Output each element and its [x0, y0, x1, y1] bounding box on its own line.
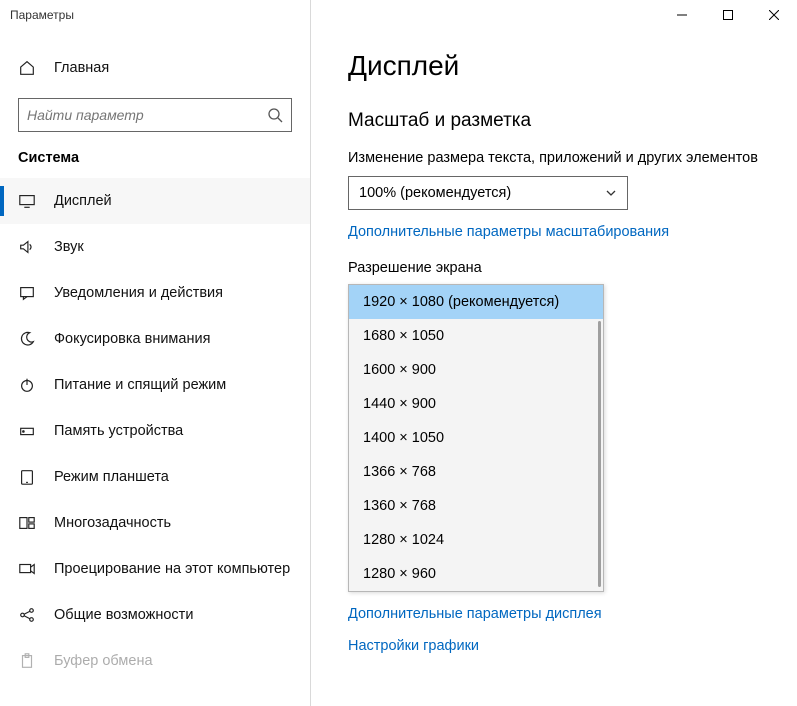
- sidebar-item-label: Уведомления и действия: [54, 285, 223, 301]
- speaker-icon: [18, 238, 36, 256]
- sidebar-item-tablet[interactable]: Режим планшета: [0, 454, 310, 500]
- resolution-option[interactable]: 1600 × 900: [349, 353, 603, 387]
- share-icon: [18, 606, 36, 624]
- resolution-option[interactable]: 1280 × 960: [349, 557, 603, 591]
- close-button[interactable]: [751, 0, 797, 30]
- search-icon: [267, 107, 283, 123]
- sidebar-item-label: Память устройства: [54, 423, 183, 439]
- sidebar: Главная Система Дисплей Звук Уведомления…: [0, 30, 310, 706]
- tablet-icon: [18, 468, 36, 486]
- sidebar-item-label: Питание и спящий режим: [54, 377, 226, 393]
- drive-icon: [18, 422, 36, 440]
- window-title: Параметры: [10, 8, 659, 22]
- sidebar-item-clipboard[interactable]: Буфер обмена: [0, 638, 310, 684]
- resolution-option[interactable]: 1400 × 1050: [349, 421, 603, 455]
- sidebar-item-multitasking[interactable]: Многозадачность: [0, 500, 310, 546]
- sidebar-item-power[interactable]: Питание и спящий режим: [0, 362, 310, 408]
- divider: [310, 0, 311, 706]
- scale-dropdown[interactable]: 100% (рекомендуется): [348, 176, 628, 210]
- advanced-display-link[interactable]: Дополнительные параметры дисплея: [348, 606, 767, 622]
- resolution-option[interactable]: 1680 × 1050: [349, 319, 603, 353]
- page-title: Дисплей: [348, 50, 767, 82]
- sidebar-item-storage[interactable]: Память устройства: [0, 408, 310, 454]
- nav-list: Дисплей Звук Уведомления и действия Фоку…: [0, 178, 310, 684]
- home-icon: [18, 59, 36, 77]
- home-label: Главная: [54, 60, 109, 76]
- window-controls: [659, 0, 797, 30]
- sidebar-item-focus[interactable]: Фокусировка внимания: [0, 316, 310, 362]
- sidebar-item-display[interactable]: Дисплей: [0, 178, 310, 224]
- resolution-option[interactable]: 1920 × 1080 (рекомендуется): [349, 285, 603, 319]
- search-box[interactable]: [18, 98, 292, 132]
- sidebar-item-label: Дисплей: [54, 193, 112, 209]
- resolution-option[interactable]: 1440 × 900: [349, 387, 603, 421]
- scale-value: 100% (рекомендуется): [359, 185, 511, 201]
- resolution-option[interactable]: 1366 × 768: [349, 455, 603, 489]
- advanced-scaling-link[interactable]: Дополнительные параметры масштабирования: [348, 224, 767, 240]
- resolution-option[interactable]: 1280 × 1024: [349, 523, 603, 557]
- resolution-label: Разрешение экрана: [348, 260, 767, 276]
- sidebar-item-label: Режим планшета: [54, 469, 169, 485]
- sidebar-item-shared[interactable]: Общие возможности: [0, 592, 310, 638]
- sidebar-item-projecting[interactable]: Проецирование на этот компьютер: [0, 546, 310, 592]
- dropdown-scrollbar[interactable]: [598, 321, 601, 587]
- search-input[interactable]: [27, 107, 267, 123]
- moon-icon: [18, 330, 36, 348]
- graphics-settings-link[interactable]: Настройки графики: [348, 638, 767, 654]
- power-icon: [18, 376, 36, 394]
- resolution-option[interactable]: 1360 × 768: [349, 489, 603, 523]
- project-icon: [18, 560, 36, 578]
- home-link[interactable]: Главная: [0, 48, 310, 88]
- monitor-icon: [18, 192, 36, 210]
- sidebar-item-label: Проецирование на этот компьютер: [54, 561, 290, 577]
- scale-label: Изменение размера текста, приложений и д…: [348, 150, 767, 166]
- message-icon: [18, 284, 36, 302]
- section-scale-heading: Масштаб и разметка: [348, 110, 767, 132]
- sidebar-item-sound[interactable]: Звук: [0, 224, 310, 270]
- maximize-button[interactable]: [705, 0, 751, 30]
- category-label: Система: [0, 150, 310, 178]
- resolution-dropdown-open[interactable]: 1920 × 1080 (рекомендуется) 1680 × 1050 …: [348, 284, 604, 592]
- sidebar-item-label: Фокусировка внимания: [54, 331, 210, 347]
- chevron-down-icon: [605, 187, 617, 199]
- titlebar: Параметры: [0, 0, 797, 30]
- sidebar-item-label: Звук: [54, 239, 84, 255]
- sidebar-item-label: Общие возможности: [54, 607, 193, 623]
- sidebar-item-label: Буфер обмена: [54, 653, 153, 669]
- sidebar-item-label: Многозадачность: [54, 515, 171, 531]
- clipboard-icon: [18, 652, 36, 670]
- multitask-icon: [18, 514, 36, 532]
- sidebar-item-notifications[interactable]: Уведомления и действия: [0, 270, 310, 316]
- content-pane: Дисплей Масштаб и разметка Изменение раз…: [310, 30, 797, 706]
- minimize-button[interactable]: [659, 0, 705, 30]
